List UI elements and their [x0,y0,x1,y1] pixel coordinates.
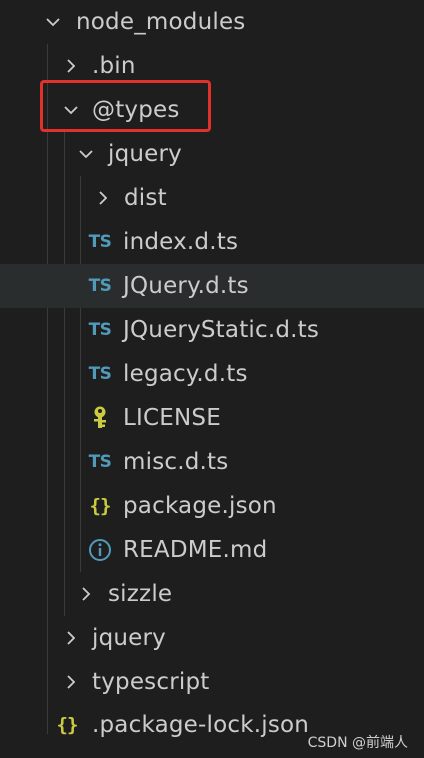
tree-folder-jquery[interactable]: jquery [0,132,424,176]
tree-file-readme-md[interactable]: README.md [0,528,424,572]
chevron-right-icon [62,629,80,647]
chevron-right-icon [62,57,80,75]
tree-item-label: .package-lock.json [92,712,310,738]
tree-file-package-json[interactable]: {} package.json [0,484,424,528]
tree-item-label: package.json [123,493,277,519]
chevron-down-icon [77,145,95,163]
typescript-icon: TS [88,232,112,252]
tree-file-jquery-d-ts[interactable]: TS JQuery.d.ts [0,264,424,308]
json-icon: {} [56,714,79,736]
tree-item-label: jquery [92,625,166,651]
file-explorer-tree: node_modules .bin @types jquery dist TS … [0,0,424,758]
license-key-icon [87,405,113,431]
chevron-right-icon [77,585,95,603]
chevron-right-icon [94,189,112,207]
json-icon: {} [89,495,112,517]
typescript-icon: TS [88,452,112,472]
tree-item-label: LICENSE [123,405,221,431]
tree-item-label: legacy.d.ts [123,361,248,387]
tree-item-label: dist [124,185,167,211]
tree-file-legacy-d-ts[interactable]: TS legacy.d.ts [0,352,424,396]
tree-folder-dist[interactable]: dist [0,176,424,220]
tree-item-label: JQueryStatic.d.ts [123,317,320,343]
info-icon [87,537,113,563]
tree-item-label: index.d.ts [123,229,239,255]
tree-file-misc-d-ts[interactable]: TS misc.d.ts [0,440,424,484]
tree-folder-node-modules[interactable]: node_modules [0,0,424,44]
typescript-icon: TS [88,320,112,340]
tree-item-label: typescript [92,669,210,695]
tree-item-label: README.md [123,537,268,563]
tree-item-label: JQuery.d.ts [123,273,249,299]
highlight-annotation-box [40,80,211,132]
watermark-text: CSDN @前端人 [307,735,408,751]
chevron-right-icon [62,673,80,691]
typescript-icon: TS [88,364,112,384]
tree-file-index-d-ts[interactable]: TS index.d.ts [0,220,424,264]
tree-item-label: sizzle [108,581,173,607]
tree-file-jquerystatic-d-ts[interactable]: TS JQueryStatic.d.ts [0,308,424,352]
chevron-down-icon [44,13,62,31]
tree-item-label: node_modules [76,9,246,35]
tree-item-label: .bin [92,53,136,79]
tree-item-label: jquery [108,141,182,167]
tree-file-license[interactable]: LICENSE [0,396,424,440]
tree-item-label: misc.d.ts [123,449,229,475]
tree-folder-typescript[interactable]: typescript [0,660,424,704]
tree-folder-sizzle[interactable]: sizzle [0,572,424,616]
tree-folder-jquery-root[interactable]: jquery [0,616,424,660]
typescript-icon: TS [88,276,112,296]
